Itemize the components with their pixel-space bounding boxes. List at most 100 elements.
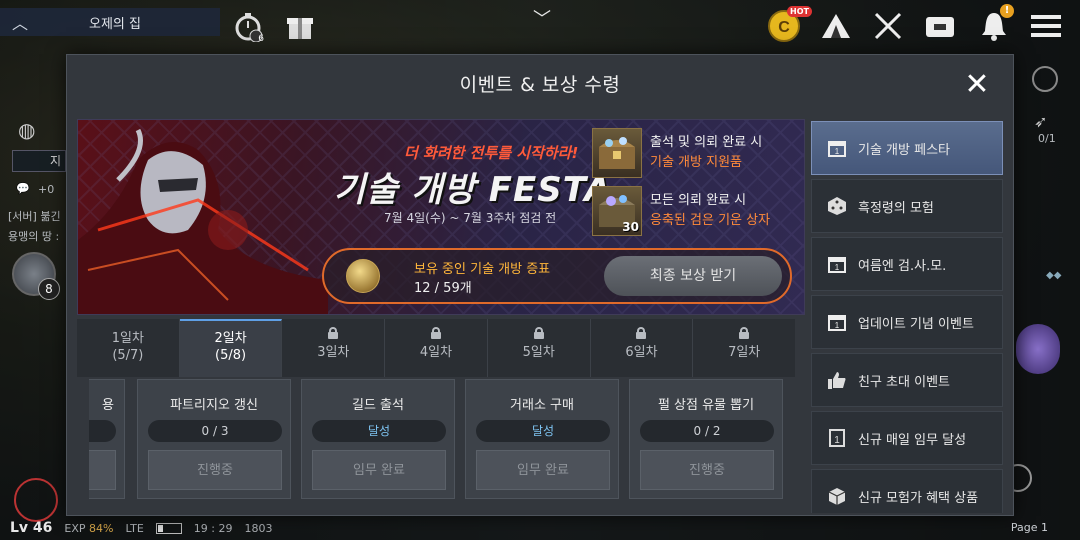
location-bar[interactable]: ︿ 오제의 집 — [0, 8, 220, 36]
coin-shop-icon[interactable]: C HOT — [766, 6, 812, 44]
globe-icon[interactable]: ◍ — [18, 118, 35, 142]
token-count: 12 / 59개 — [414, 281, 472, 296]
event-sidebar: 1 기술 개방 페스타 흑정령의 모험 1 여름엔 검.사.모. 1 업데이트 … — [811, 121, 1003, 513]
chevron-up-icon[interactable]: ︿ — [0, 10, 40, 34]
reward-all-missions: 30 모든 의뢰 완료 시 응축된 검은 기운 상자 — [592, 186, 804, 236]
svg-text:1: 1 — [835, 321, 840, 330]
mercenary-chat-line: 용맹의 땅 : — [8, 230, 60, 243]
mission-action-button[interactable]: 임무 완료 — [312, 450, 446, 490]
event-item-update[interactable]: 1 업데이트 기념 이벤트 — [811, 295, 1003, 349]
tab-day-6[interactable]: 6일차 — [591, 319, 694, 377]
reward-qty: 30 — [622, 220, 639, 234]
reward-name: 응축된 검은 기운 상자 — [650, 213, 771, 228]
mission-progress: 달성 — [312, 420, 446, 442]
svg-text:1: 1 — [835, 147, 840, 156]
mission-list[interactable]: 용 파트리지오 갱신 0 / 3 진행중 길드 출석 달성 임무 완료 거래소 … — [89, 379, 795, 503]
bell-badge: ! — [1000, 4, 1014, 18]
quest-icon[interactable]: ➶ — [1034, 112, 1047, 131]
scroll-dots-icon[interactable]: ◆◆ — [1046, 270, 1061, 281]
mission-card: 거래소 구매 달성 임무 완료 — [465, 379, 619, 499]
event-item-daily-mission[interactable]: 1 신규 매일 임무 달성 — [811, 411, 1003, 465]
mission-name: 파트리지오 갱신 — [170, 398, 258, 413]
mission-action-button[interactable]: 진행중 — [148, 450, 282, 490]
tab-day-5[interactable]: 5일차 — [488, 319, 591, 377]
dice-icon — [826, 195, 848, 217]
mission-progress: 0 / 3 — [148, 420, 282, 442]
modal-title: 이벤트 & 보상 수령 — [459, 74, 621, 96]
event-item-summer[interactable]: 1 여름엔 검.사.모. — [811, 237, 1003, 291]
zone-label: 지 — [12, 150, 66, 172]
server-chat-line: [서버] 붊긴 — [8, 210, 61, 223]
lock-icon — [636, 327, 647, 339]
chat-count: +0 — [38, 183, 55, 196]
hot-badge: HOT — [787, 6, 812, 17]
bag-icon[interactable] — [922, 8, 958, 44]
lock-icon — [739, 327, 750, 339]
mission-action-button[interactable]: 임무 완료 — [476, 450, 610, 490]
calendar-icon: 1 — [826, 311, 848, 333]
box-icon — [826, 485, 848, 507]
mission-name: 펄 상점 유물 뽑기 — [657, 398, 755, 413]
lock-icon — [533, 327, 544, 339]
lock-icon — [431, 327, 442, 339]
status-bar: Lv 46 EXP 84% LTE 19 : 29 1803 — [0, 516, 1080, 540]
potion-count: 8 — [38, 278, 60, 300]
mission-card: 길드 출석 달성 임무 완료 — [301, 379, 455, 499]
token-label: 보유 중인 기술 개방 증표 — [414, 262, 551, 277]
reward-condition: 모든 의뢰 완료 시 — [650, 193, 747, 208]
mission-action-button[interactable]: 진행중 — [640, 450, 774, 490]
timer-badge: 6 — [258, 34, 264, 44]
chevron-down-icon[interactable]: ﹀ — [524, 0, 560, 36]
tab-day-7[interactable]: 7일차 — [693, 319, 795, 377]
clock: 19 : 29 — [193, 521, 233, 535]
minimap-toggle-icon[interactable] — [1032, 66, 1058, 92]
crossed-swords-icon[interactable] — [870, 8, 906, 44]
treasure-chest-icon[interactable] — [592, 128, 642, 178]
dark-energy-box-icon[interactable]: 30 — [592, 186, 642, 236]
tab-day-4[interactable]: 4일차 — [385, 319, 488, 377]
player-level: Lv 46 — [10, 520, 53, 536]
banner-slogan: 더 화려한 전투를 시작하라! — [404, 144, 579, 162]
event-reward-modal: 이벤트 & 보상 수령 ✕ 더 화려한 전투를 시작하라! 기술 개방 FEST… — [66, 54, 1014, 516]
location-name: 오제의 집 — [89, 16, 141, 32]
lock-icon — [328, 327, 339, 339]
page-indicator: Page 1 — [1010, 521, 1048, 534]
reward-condition: 출석 및 의뢰 완료 시 — [650, 135, 763, 150]
network-type: LTE — [125, 521, 144, 535]
book-icon: 1 — [826, 427, 848, 449]
menu-icon[interactable] — [1028, 8, 1064, 44]
event-item-skill-festa[interactable]: 1 기술 개방 페스타 — [811, 121, 1003, 175]
mission-card: 파트리지오 갱신 0 / 3 진행중 — [137, 379, 291, 499]
fps-readout: 1803 — [244, 521, 273, 535]
bell-icon[interactable]: ! — [976, 4, 1014, 44]
day-tabs: 1일차 (5/7) 2일차 (5/8) 3일차 4일차 5일차 6일차 7일차 — [77, 319, 795, 377]
event-item-black-spirit[interactable]: 흑정령의 모험 — [811, 179, 1003, 233]
claim-final-reward-button[interactable]: 최종 보상 받기 — [604, 256, 782, 296]
event-item-friend-invite[interactable]: 친구 초대 이벤트 — [811, 353, 1003, 407]
tab-day-3[interactable]: 3일차 — [282, 319, 386, 377]
mission-name: 거래소 구매 — [510, 398, 574, 413]
reward-attendance: 출석 및 의뢰 완료 시 기술 개방 지원품 — [592, 128, 804, 178]
gift-icon[interactable] — [282, 8, 318, 44]
chat-icon[interactable]: 💬 — [16, 182, 30, 195]
event-item-newbie-benefit[interactable]: 신규 모험가 혜택 상품 — [811, 469, 1003, 513]
exp-indicator: EXP 84% — [64, 521, 114, 535]
mission-progress: 0 / 2 — [640, 420, 774, 442]
banner-title: 기술 개방 FESTA — [334, 170, 612, 210]
tent-icon[interactable] — [818, 8, 854, 44]
close-button[interactable]: ✕ — [961, 69, 993, 101]
thumbs-up-icon — [826, 369, 848, 391]
tab-day-2[interactable]: 2일차 (5/8) — [179, 319, 283, 377]
mission-name: 길드 출석 — [352, 398, 404, 413]
mission-progress: 달성 — [476, 420, 610, 442]
mission-card: 용 — [89, 379, 125, 499]
timer-icon[interactable]: 6 — [230, 8, 266, 44]
svg-text:C: C — [778, 19, 790, 36]
skill-slot[interactable] — [1016, 324, 1060, 374]
calendar-icon: 1 — [826, 137, 848, 159]
reward-name: 기술 개방 지원품 — [650, 155, 742, 170]
quest-count: 0/1 — [1038, 132, 1056, 145]
tab-day-1[interactable]: 1일차 (5/7) — [77, 319, 180, 377]
calendar-icon: 1 — [826, 253, 848, 275]
token-medal-icon — [346, 259, 380, 293]
